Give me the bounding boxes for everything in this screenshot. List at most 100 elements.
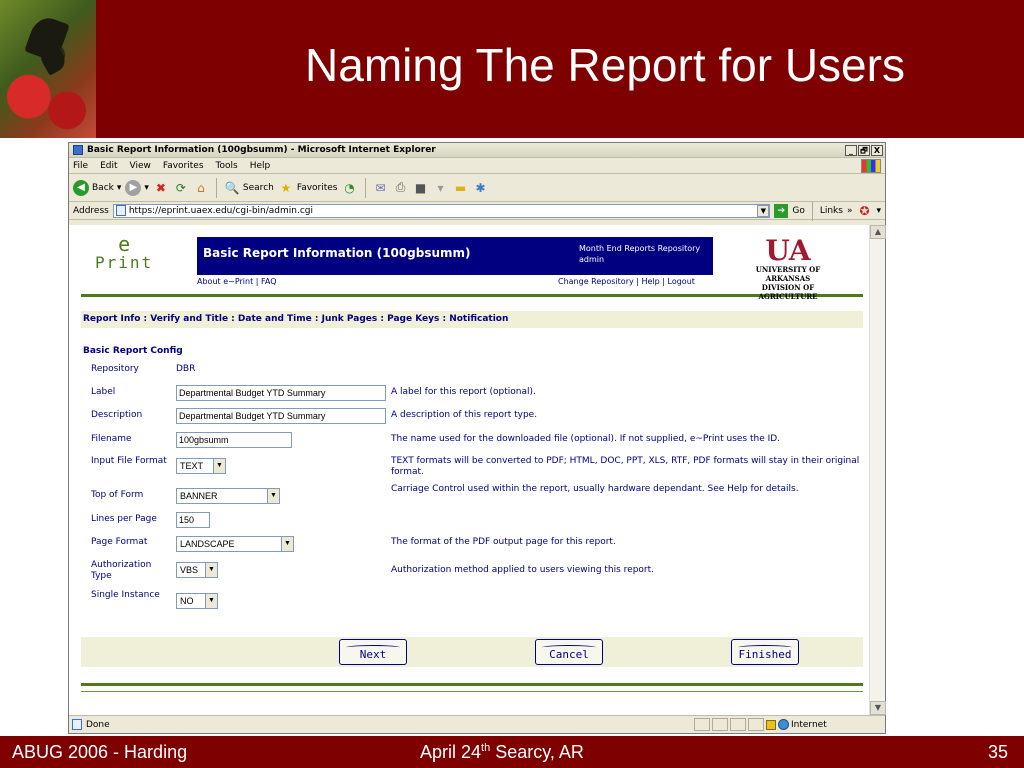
finished-button[interactable]: Finished — [731, 639, 799, 665]
section-title: Basic Report Config — [83, 346, 183, 356]
menu-bar: File Edit View Favorites Tools Help — [69, 158, 885, 174]
menu-help[interactable]: Help — [250, 161, 271, 171]
footer-center: April 24th Searcy, AR — [420, 742, 584, 763]
slide-title: Naming The Report for Users — [305, 39, 905, 91]
button-bar: Next Cancel Finished — [81, 637, 863, 667]
auth-type-select[interactable]: VBS ▼ — [176, 562, 218, 578]
filename-input[interactable]: 100gbsumm — [176, 432, 292, 448]
browser-window: Basic Report Information (100gbsumm) - M… — [68, 142, 886, 734]
select-value: TEXT — [180, 461, 204, 471]
input-format-select[interactable]: TEXT ▼ — [176, 458, 226, 474]
chevron-right-icon[interactable]: » — [847, 206, 853, 216]
field-description: Description Departmental Budget YTD Summ… — [81, 406, 863, 430]
address-label: Address — [73, 205, 109, 216]
scroll-up-icon[interactable]: ▲ — [870, 225, 886, 239]
ie-page-icon — [73, 145, 83, 155]
repository-value: DBR — [176, 364, 196, 374]
ua-line1: UNIVERSITY OF ARKANSAS — [755, 265, 821, 283]
chevron-down-icon: ▾ — [144, 182, 149, 193]
wizard-breadcrumb[interactable]: Report Info : Verify and Title : Date an… — [81, 311, 863, 328]
minimize-button[interactable]: _ — [845, 144, 857, 156]
vertical-scrollbar[interactable]: ▲ ▼ — [869, 225, 886, 715]
menu-favorites[interactable]: Favorites — [163, 161, 204, 171]
status-cell — [712, 718, 728, 731]
address-dropdown-icon[interactable]: ▼ — [757, 204, 770, 217]
field-label: Description — [91, 410, 143, 420]
address-url: https://eprint.uaex.edu/cgi-bin/admin.cg… — [128, 205, 314, 216]
status-text: Done — [86, 719, 110, 730]
field-input-format: Input File Format TEXT ▼ TEXT formats wi… — [81, 452, 863, 482]
favorites-button[interactable]: ★ Favorites — [278, 180, 337, 196]
status-bar: Done Internet — [69, 715, 885, 733]
print-icon[interactable]: ⎙ — [393, 180, 409, 196]
page-icon — [115, 205, 126, 216]
select-value: BANNER — [180, 491, 218, 501]
top-of-form-select[interactable]: BANNER ▼ — [176, 488, 280, 504]
field-top-of-form: Top of Form BANNER ▼ Carriage Control us… — [81, 482, 863, 510]
go-button[interactable]: Go — [792, 206, 804, 216]
footer-date: April 24 — [420, 742, 482, 762]
discuss-icon[interactable]: ▾ — [433, 180, 449, 196]
ua-logo: UA UNIVERSITY OF ARKANSAS DIVISION OF AG… — [736, 237, 840, 302]
go-arrow-icon[interactable]: ➔ — [774, 203, 789, 218]
page-format-select[interactable]: LANDSCAPE ▼ — [176, 536, 294, 552]
field-label: Repository — [91, 364, 139, 374]
close-button[interactable]: X — [871, 144, 883, 156]
logo-e: e — [118, 232, 131, 256]
forward-button[interactable]: ▶ ▾ — [125, 179, 149, 196]
search-icon: 🔍 — [224, 180, 240, 195]
menu-view[interactable]: View — [130, 161, 151, 171]
address-bar: Address https://eprint.uaex.edu/cgi-bin/… — [69, 200, 885, 221]
field-label: Label Departmental Budget YTD Summary A … — [81, 383, 863, 406]
title-banner: Basic Report Information (100gbsumm) Mon… — [197, 237, 713, 275]
links-button[interactable]: Links — [820, 206, 843, 216]
label-input[interactable]: Departmental Budget YTD Summary — [176, 385, 386, 401]
field-filename: Filename 100gbsumm The name used for the… — [81, 430, 863, 452]
field-label: Authorization Type — [91, 560, 152, 581]
windows-logo-icon — [861, 159, 881, 173]
restore-button[interactable]: 🗗 — [858, 144, 870, 156]
single-instance-select[interactable]: NO ▼ — [176, 593, 218, 609]
scroll-down-icon[interactable]: ▼ — [870, 701, 886, 715]
about-links[interactable]: About e~Print | FAQ — [197, 277, 277, 286]
status-cell — [748, 718, 764, 731]
dropdown-arrow-icon: ▼ — [205, 594, 217, 608]
footer-divider-thin — [81, 691, 863, 692]
menu-file[interactable]: File — [73, 161, 88, 171]
select-value: VBS — [180, 565, 199, 575]
refresh-icon[interactable]: ⟳ — [173, 180, 189, 196]
page-viewport: e Print Basic Report Information (100gbs… — [69, 225, 886, 715]
menu-edit[interactable]: Edit — [100, 161, 117, 171]
dropdown-arrow-icon: ▼ — [213, 459, 225, 473]
menu-tools[interactable]: Tools — [216, 161, 238, 171]
back-arrow-icon: ◀ — [73, 179, 89, 196]
lock-icon[interactable] — [766, 719, 776, 730]
ua-line2: DIVISION OF AGRICULTURE — [758, 283, 818, 301]
description-input[interactable]: Departmental Budget YTD Summary — [176, 408, 386, 424]
cancel-button[interactable]: Cancel — [535, 639, 603, 665]
address-input[interactable]: https://eprint.uaex.edu/cgi-bin/admin.cg… — [112, 203, 771, 218]
back-button[interactable]: ◀ Back ▾ — [73, 179, 121, 196]
chevron-down-icon[interactable]: ▾ — [876, 206, 885, 216]
home-icon[interactable]: ⌂ — [193, 180, 209, 196]
field-label: Filename — [91, 434, 132, 444]
page-title: Basic Report Information (100gbsumm) — [203, 246, 471, 260]
page-header: e Print Basic Report Information (100gbs… — [81, 225, 863, 301]
field-single-instance: Single Instance NO ▼ — [81, 586, 863, 616]
edit-icon[interactable]: ■ — [413, 180, 429, 196]
search-button[interactable]: 🔍 Search — [224, 180, 273, 196]
folder-icon[interactable]: ▬ — [453, 180, 469, 196]
account-links[interactable]: Change Repository | Help | Logout — [558, 277, 695, 286]
stop-icon[interactable]: ✖ — [153, 180, 169, 196]
field-help: A label for this report (optional). — [391, 387, 536, 397]
field-help: TEXT formats will be converted to PDF; H… — [391, 456, 860, 477]
addon-icon[interactable]: ✪ — [856, 203, 872, 219]
lines-per-page-input[interactable]: 150 — [176, 512, 210, 528]
history-icon[interactable]: ◔ — [342, 180, 358, 196]
mail-icon[interactable]: ✉ — [373, 180, 389, 196]
messenger-icon[interactable]: ✱ — [473, 180, 489, 196]
field-label: Input File Format — [91, 456, 167, 466]
next-button[interactable]: Next — [339, 639, 407, 665]
dropdown-arrow-icon: ▼ — [267, 489, 279, 503]
page-done-icon — [72, 719, 82, 730]
